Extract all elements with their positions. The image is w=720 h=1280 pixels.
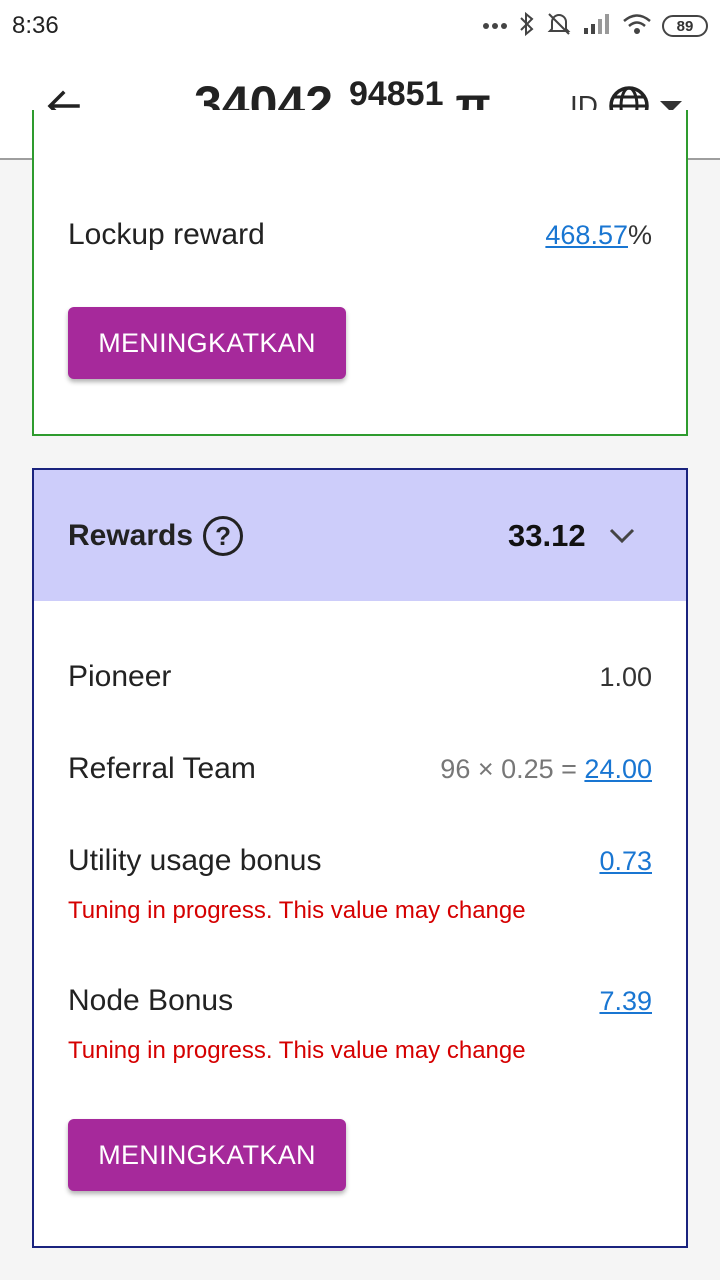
wifi-icon — [622, 12, 652, 41]
battery-icon: 89 — [662, 15, 708, 37]
reward-value[interactable]: 7.39 — [599, 986, 652, 1017]
status-bar: 8:36 89 — [0, 0, 720, 52]
bluetooth-icon — [518, 11, 536, 42]
more-dots-icon — [482, 17, 508, 35]
reward-value: 1.00 — [599, 661, 652, 692]
reward-label: Pioneer — [68, 660, 172, 693]
status-icons: 89 — [482, 10, 708, 42]
reward-value-wrap: 96 × 0.25 = 24.00 — [440, 754, 652, 785]
lockup-reward-value[interactable]: 468.57 — [545, 220, 628, 250]
help-icon[interactable]: ? — [203, 516, 244, 556]
muted-bell-icon — [546, 11, 572, 42]
reward-value[interactable]: 0.73 — [599, 846, 652, 877]
signal-icon — [582, 12, 612, 41]
status-time: 8:36 — [12, 12, 59, 39]
tuning-warning: Tuning in progress. This value may chang… — [68, 1037, 526, 1064]
rewards-upgrade-button[interactable]: MENINGKATKAN — [68, 1119, 346, 1191]
reward-value[interactable]: 24.00 — [584, 754, 652, 784]
lockup-card: Lockup reward 468.57% MENINGKATKAN — [32, 110, 688, 436]
reward-row-node-bonus: Node Bonus 7.39 — [68, 984, 652, 1018]
lockup-reward-unit: % — [627, 219, 652, 250]
rewards-header[interactable]: Rewards ? 33.12 — [34, 470, 686, 601]
reward-label: Referral Team — [68, 752, 256, 785]
rewards-title-group: Rewards ? — [68, 516, 244, 556]
rewards-card: Rewards ? 33.12 Pioneer 1.00 Referral Te… — [32, 468, 688, 1248]
reward-row-pioneer: Pioneer 1.00 — [68, 660, 652, 694]
reward-row-referral-team: Referral Team 96 × 0.25 = 24.00 — [68, 752, 652, 786]
referral-formula: 96 × 0.25 = — [440, 753, 585, 784]
reward-label: Node Bonus — [68, 984, 234, 1017]
rewards-title: Rewards — [68, 519, 194, 552]
balance-fraction: 94851 — [348, 75, 444, 113]
lockup-reward-value-wrap: 468.57% — [545, 220, 652, 251]
rewards-total: 33.12 — [508, 518, 586, 553]
lockup-upgrade-button[interactable]: MENINGKATKAN — [68, 307, 346, 379]
lockup-reward-row: Lockup reward 468.57% — [68, 218, 652, 252]
lockup-reward-label: Lockup reward — [68, 218, 265, 251]
reward-row-utility-usage-bonus: Utility usage bonus 0.73 — [68, 844, 652, 878]
reward-label: Utility usage bonus — [68, 844, 322, 877]
tuning-warning: Tuning in progress. This value may chang… — [68, 897, 526, 924]
chevron-down-icon[interactable] — [606, 520, 638, 552]
